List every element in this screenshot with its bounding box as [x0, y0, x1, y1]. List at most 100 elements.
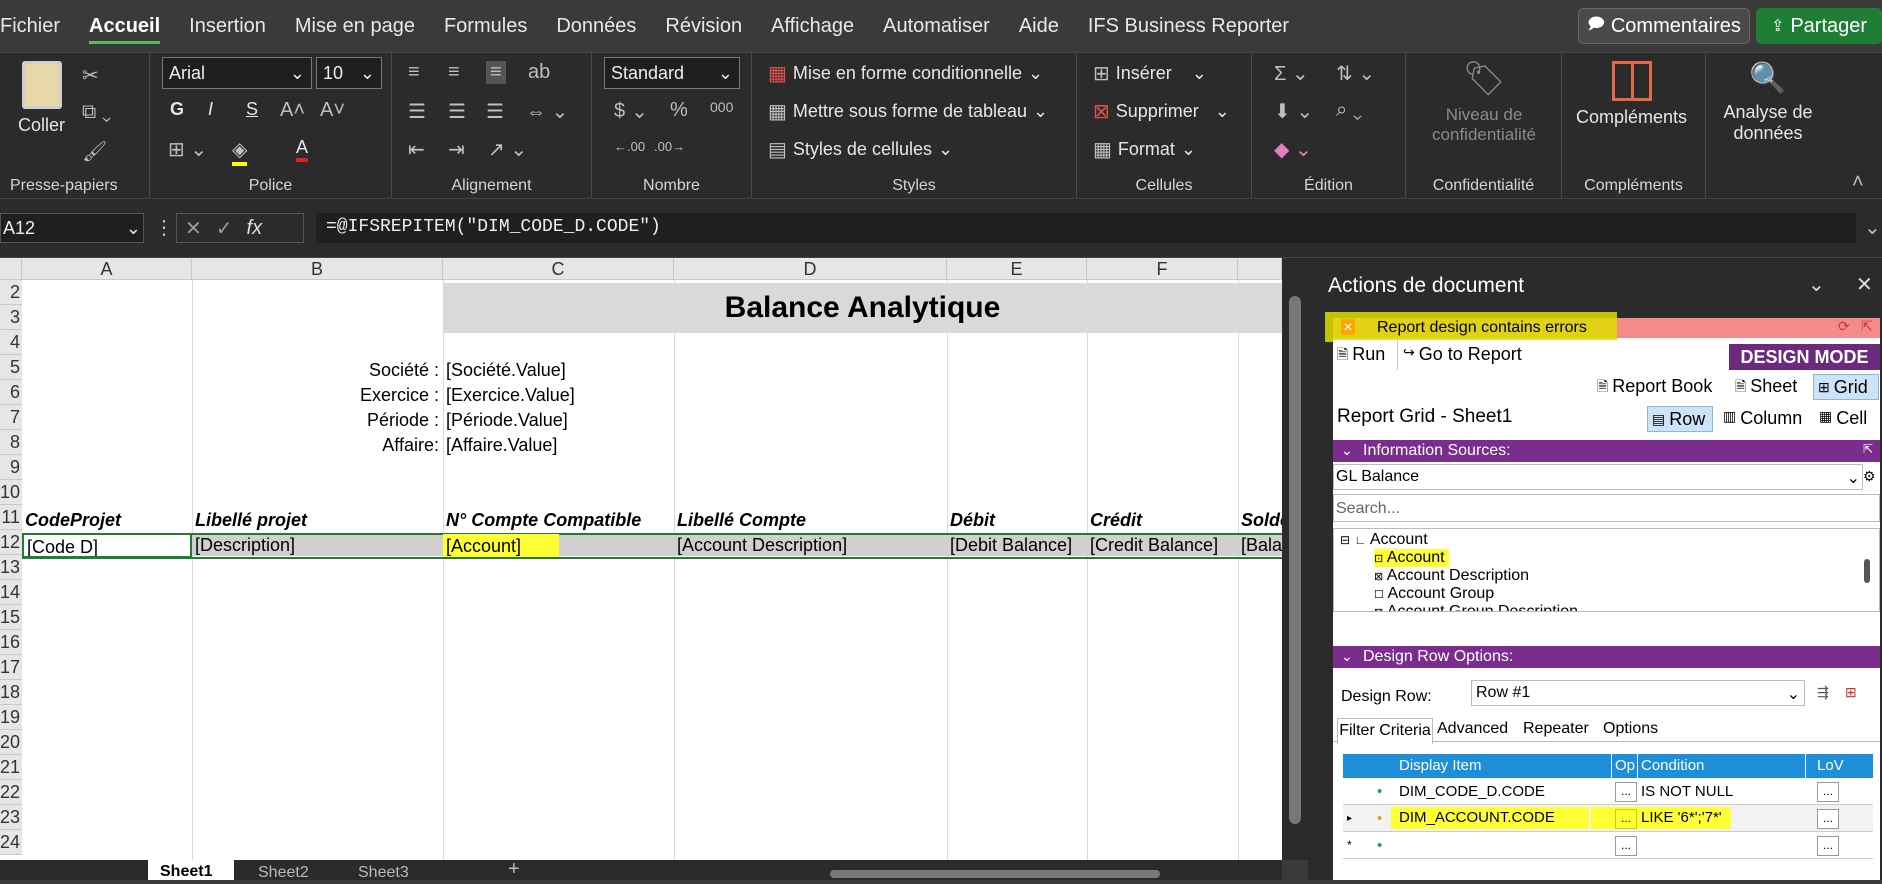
collapse-ribbon-icon[interactable]: ˄: [1852, 171, 1864, 194]
goto-report-button[interactable]: ↪ Go to Report: [1403, 344, 1522, 365]
header-display-item[interactable]: Display Item: [1399, 754, 1482, 778]
header-condition[interactable]: Condition: [1641, 754, 1704, 778]
tab-sheet1[interactable]: Sheet1: [148, 860, 234, 880]
cut-icon[interactable]: ✂: [82, 63, 99, 88]
menu-ifs-business-reporter[interactable]: IFS Business Reporter: [1088, 0, 1289, 52]
header-lov[interactable]: LoV: [1817, 754, 1844, 778]
header-solde[interactable]: Solde: [1238, 508, 1282, 533]
thousands-icon[interactable]: 000: [710, 99, 733, 115]
chevron-down-icon[interactable]: ⌄: [1808, 272, 1825, 297]
tree-leaf-account[interactable]: ⊡ Account: [1374, 549, 1449, 567]
header-libelle-projet[interactable]: Libellé projet: [192, 508, 443, 533]
value-societe[interactable]: [Société.Value]: [443, 358, 674, 383]
header-code-projet[interactable]: CodeProjet: [22, 508, 192, 533]
data-analysis-button[interactable]: 🔍 Analyse de données: [1718, 61, 1818, 144]
tree-scroll-thumb[interactable]: [1864, 559, 1870, 583]
font-color-icon[interactable]: A: [296, 137, 309, 162]
menu-accueil[interactable]: Accueil: [89, 0, 161, 52]
expand-icon[interactable]: ⇱: [1861, 318, 1873, 335]
horizontal-scroll-thumb[interactable]: [830, 870, 1160, 878]
op-button[interactable]: ...: [1615, 836, 1637, 856]
info-sources-header[interactable]: Information Sources:: [1333, 440, 1880, 462]
menu-revision[interactable]: Révision: [665, 0, 742, 52]
sensitivity-button[interactable]: 🏷 Niveau de confidentialité: [1432, 59, 1536, 145]
label-societe[interactable]: Société :: [192, 358, 443, 383]
more-icon[interactable]: ⋮: [154, 215, 174, 240]
menu-aide[interactable]: Aide: [1019, 0, 1059, 52]
format-button[interactable]: ▦ Format ⌄: [1093, 137, 1196, 162]
expand-formula-icon[interactable]: ⌄: [1864, 215, 1881, 240]
menu-fichier[interactable]: Fichier: [0, 0, 60, 52]
collapse-icon[interactable]: ⌄: [1341, 648, 1353, 665]
header-debit[interactable]: Débit: [947, 508, 1087, 533]
row-header[interactable]: 7: [0, 405, 22, 430]
column-header-b[interactable]: B: [192, 258, 443, 280]
row-header[interactable]: 6: [0, 380, 22, 405]
lov-button[interactable]: ...: [1817, 836, 1839, 856]
align-center-icon[interactable]: ☰: [448, 99, 466, 124]
addins-button[interactable]: Compléments: [1576, 61, 1687, 128]
row-header[interactable]: 3: [0, 305, 22, 330]
column-header-e[interactable]: E: [947, 258, 1087, 280]
sheet-button[interactable]: 🗎 Sheet: [1735, 376, 1797, 400]
borders-icon[interactable]: ⊞ ⌄: [168, 137, 207, 162]
row-header[interactable]: 5: [0, 355, 22, 380]
row-settings-icon[interactable]: ⇶: [1817, 684, 1829, 701]
row-header[interactable]: 24: [0, 830, 22, 855]
bold-button[interactable]: G: [170, 99, 184, 120]
header-libelle-compte[interactable]: Libellé Compte: [674, 508, 947, 533]
menu-insertion[interactable]: Insertion: [189, 0, 266, 52]
menu-automatiser[interactable]: Automatiser: [883, 0, 990, 52]
insert-function-icon[interactable]: fx: [247, 217, 263, 240]
row-header[interactable]: 19: [0, 705, 22, 730]
column-header-g[interactable]: [1238, 258, 1282, 280]
scroll-thumb[interactable]: [1289, 296, 1301, 824]
header-op[interactable]: Op: [1615, 754, 1635, 778]
cell-styles-button[interactable]: ▤ Styles de cellules ⌄: [768, 137, 953, 162]
orientation-icon[interactable]: ab: [528, 61, 550, 84]
font-name-select[interactable]: Arial ⌄: [162, 57, 312, 89]
row-button[interactable]: ▤ Row: [1647, 406, 1713, 432]
delete-button[interactable]: ⊠ Supprimer ⌄: [1093, 99, 1230, 124]
row-header[interactable]: 16: [0, 630, 22, 655]
close-icon[interactable]: ✕: [1856, 272, 1873, 297]
currency-icon[interactable]: $ ⌄: [614, 99, 648, 124]
autosum-icon[interactable]: Σ ⌄: [1274, 61, 1309, 86]
fill-color-icon[interactable]: ◈: [232, 137, 248, 166]
row-header[interactable]: 23: [0, 805, 22, 830]
cell-d12[interactable]: [Account Description]: [674, 533, 947, 558]
sort-filter-icon[interactable]: ⇅ ⌄: [1336, 61, 1375, 86]
tab-sheet3[interactable]: Sheet3: [346, 862, 434, 880]
number-format-select[interactable]: Standard ⌄: [604, 57, 740, 89]
menu-affichage[interactable]: Affichage: [771, 0, 854, 52]
row-header[interactable]: 17: [0, 655, 22, 680]
name-box[interactable]: A12 ⌄: [0, 213, 144, 243]
cell-button[interactable]: ▦ Cell: [1819, 408, 1867, 429]
label-exercice[interactable]: Exercice :: [192, 383, 443, 408]
header-compte[interactable]: N° Compte Compatible: [443, 508, 674, 533]
row-header[interactable]: 8: [0, 430, 22, 455]
run-button[interactable]: 🗎 Run: [1337, 344, 1385, 368]
column-header-f[interactable]: F: [1087, 258, 1238, 280]
menu-mise-en-page[interactable]: Mise en page: [295, 0, 415, 52]
cell-e12[interactable]: [Debit Balance]: [947, 533, 1087, 558]
tab-repeater[interactable]: Repeater: [1523, 720, 1589, 738]
tab-sheet2[interactable]: Sheet2: [246, 862, 334, 880]
column-header-d[interactable]: D: [674, 258, 947, 280]
share-button[interactable]: ⇪ Partager: [1756, 8, 1882, 44]
report-title[interactable]: Balance Analytique: [443, 283, 1282, 333]
vertical-scrollbar[interactable]: [1282, 258, 1308, 860]
worksheet[interactable]: A B C D E F 2 3 4 5 6 7 8 9 10 11 12 13 14 15 16 17 18 19…: [0, 258, 1282, 860]
refresh-icon[interactable]: ⟳: [1838, 318, 1850, 335]
tree-node-account[interactable]: ⊟ ∟ Account: [1340, 531, 1428, 549]
paste-button[interactable]: Coller: [18, 61, 65, 136]
comments-button[interactable]: 🗩 Commentaires: [1578, 8, 1750, 44]
filter-condition[interactable]: LIKE '6*';'7*': [1637, 807, 1731, 829]
increase-indent-icon[interactable]: ⇥: [448, 137, 465, 162]
tab-options[interactable]: Options: [1603, 720, 1658, 738]
op-button[interactable]: ...: [1615, 809, 1637, 829]
percent-icon[interactable]: %: [670, 99, 688, 122]
cell-c12[interactable]: [Account]: [443, 534, 559, 557]
italic-button[interactable]: I: [208, 99, 213, 120]
row-header[interactable]: 2: [0, 280, 22, 305]
